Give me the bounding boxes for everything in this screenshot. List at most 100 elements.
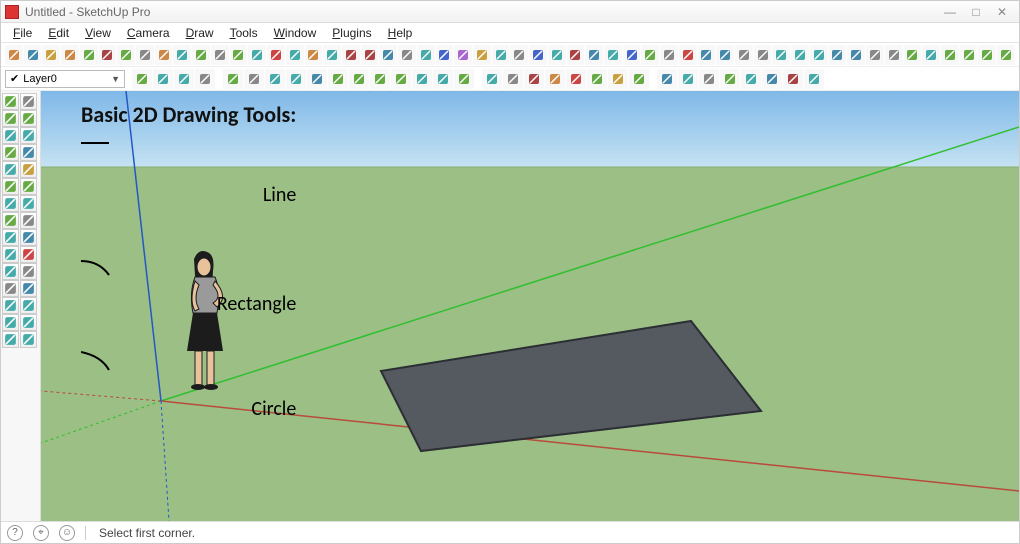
freehand-icon[interactable] — [42, 45, 60, 65]
lasso-tool-icon[interactable] — [20, 93, 37, 110]
menu-plugins[interactable]: Plugins — [324, 24, 379, 42]
top-icon[interactable] — [716, 45, 734, 65]
menu-view[interactable]: View — [77, 24, 119, 42]
scenes-icon[interactable] — [629, 69, 649, 89]
menu-file[interactable]: File — [5, 24, 40, 42]
stop-icon[interactable] — [922, 45, 940, 65]
polygon-icon[interactable] — [99, 45, 117, 65]
next-icon[interactable] — [492, 45, 510, 65]
undo-icon[interactable] — [265, 69, 285, 89]
menu-camera[interactable]: Camera — [119, 24, 178, 42]
menu-edit[interactable]: Edit — [40, 24, 77, 42]
components-icon[interactable] — [566, 69, 586, 89]
arc-icon[interactable] — [24, 45, 42, 65]
hand-icon[interactable] — [153, 69, 173, 89]
orbit-icon[interactable] — [398, 45, 416, 65]
zoom-icon[interactable] — [417, 45, 435, 65]
geolocation-icon[interactable]: ⌖ — [33, 525, 49, 541]
shadows-icon[interactable] — [567, 45, 585, 65]
xray-icon[interactable] — [604, 45, 622, 65]
scale-tool-icon[interactable] — [20, 212, 37, 229]
info-icon[interactable] — [174, 69, 194, 89]
menu-window[interactable]: Window — [266, 24, 325, 42]
zoom-extents-icon[interactable] — [454, 45, 472, 65]
tape-icon[interactable] — [248, 45, 266, 65]
bucket-icon[interactable] — [223, 69, 243, 89]
rectangle-icon[interactable] — [61, 45, 79, 65]
next-tool-icon[interactable] — [2, 331, 19, 348]
offset-tool-icon[interactable] — [2, 178, 19, 195]
plane-tool-icon[interactable] — [20, 263, 37, 280]
move-tool-icon[interactable] — [2, 195, 19, 212]
protractor-tool-icon[interactable] — [20, 246, 37, 263]
shaded-icon[interactable] — [641, 45, 659, 65]
plus-icon[interactable] — [482, 69, 502, 89]
globe-icon[interactable] — [195, 69, 215, 89]
push-tool-icon[interactable] — [20, 195, 37, 212]
left-icon[interactable] — [791, 45, 809, 65]
walk-icon[interactable] — [548, 45, 566, 65]
fog-icon[interactable] — [585, 45, 603, 65]
freehand-tool-icon[interactable] — [20, 161, 37, 178]
eraser-icon[interactable] — [117, 45, 135, 65]
bucket-tool-icon[interactable] — [2, 110, 19, 127]
palette-icon[interactable] — [524, 69, 544, 89]
green2-icon[interactable] — [997, 45, 1015, 65]
cube-icon[interactable] — [804, 69, 824, 89]
menu-draw[interactable]: Draw — [178, 24, 222, 42]
tape-tool-icon[interactable] — [2, 229, 19, 246]
styles-icon[interactable] — [587, 69, 607, 89]
iso-icon[interactable] — [698, 45, 716, 65]
prev-tool-icon[interactable] — [20, 314, 37, 331]
outliner-icon[interactable] — [608, 69, 628, 89]
close-button[interactable]: ✕ — [989, 5, 1015, 19]
render-icon[interactable] — [454, 69, 474, 89]
sun-icon[interactable] — [307, 69, 327, 89]
arc-tool-icon[interactable] — [20, 144, 37, 161]
copy-icon[interactable] — [678, 69, 698, 89]
spray-icon[interactable] — [244, 69, 264, 89]
zoom-window-icon[interactable] — [436, 45, 454, 65]
eraser-tool-icon[interactable] — [20, 110, 37, 127]
follow-tool-icon[interactable] — [20, 178, 37, 195]
shade3-icon[interactable] — [370, 69, 390, 89]
hidden-line-icon[interactable] — [623, 45, 641, 65]
rotate-icon[interactable] — [192, 45, 210, 65]
rotate-tool-icon[interactable] — [2, 212, 19, 229]
line-tool-icon[interactable] — [20, 127, 37, 144]
record-icon[interactable] — [904, 45, 922, 65]
look-tool-icon[interactable] — [2, 314, 19, 331]
sky-icon[interactable] — [829, 45, 847, 65]
maximize-button[interactable]: □ — [963, 5, 989, 19]
book-icon[interactable] — [741, 69, 761, 89]
walk-tool-icon[interactable] — [20, 297, 37, 314]
menu-tools[interactable]: Tools — [222, 24, 266, 42]
previous-icon[interactable] — [473, 45, 491, 65]
poly-tool-icon[interactable] — [2, 161, 19, 178]
pan-icon[interactable] — [379, 45, 397, 65]
section-icon[interactable] — [361, 45, 379, 65]
blue1-icon[interactable] — [866, 45, 884, 65]
help-icon[interactable]: ? — [7, 525, 23, 541]
look-around-icon[interactable] — [529, 45, 547, 65]
tag-icon[interactable] — [762, 69, 782, 89]
move-icon[interactable] — [173, 45, 191, 65]
scale-icon[interactable] — [211, 45, 229, 65]
pan-tool-icon[interactable] — [20, 280, 37, 297]
push-pull-icon[interactable] — [155, 45, 173, 65]
shade4-icon[interactable] — [391, 69, 411, 89]
minimize-button[interactable]: — — [937, 5, 963, 19]
zoom-tool-icon[interactable] — [2, 297, 19, 314]
green1-icon[interactable] — [941, 45, 959, 65]
shade2-icon[interactable] — [349, 69, 369, 89]
plant2-icon[interactable] — [978, 45, 996, 65]
position-camera-icon[interactable] — [510, 45, 528, 65]
blue2-icon[interactable] — [885, 45, 903, 65]
paint-icon[interactable] — [136, 45, 154, 65]
shade1-icon[interactable] — [328, 69, 348, 89]
circle-icon[interactable] — [80, 45, 98, 65]
redo-icon[interactable] — [286, 69, 306, 89]
3d-text-icon[interactable] — [342, 45, 360, 65]
wire-icon[interactable] — [412, 69, 432, 89]
select-tool-icon[interactable] — [2, 93, 19, 110]
